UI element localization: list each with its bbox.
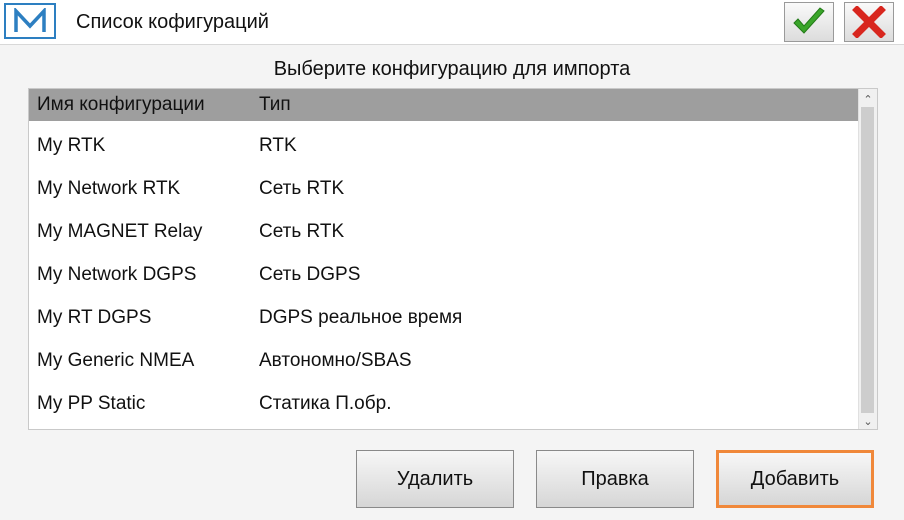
table-row[interactable]: My Generic NMEA Автономно/SBAS (29, 340, 859, 383)
scrollbar-thumb[interactable] (861, 107, 874, 413)
config-name: My PP Static (37, 393, 146, 414)
column-header-name[interactable]: Имя конфигурации (37, 94, 205, 116)
table-row[interactable]: My PP Static Статика П.обр. (29, 383, 859, 426)
config-type: Сеть RTK (259, 178, 345, 199)
config-name: My RTK (37, 135, 106, 156)
table-row[interactable]: My MAGNET Relay Сеть RTK (29, 211, 859, 254)
close-icon (852, 6, 886, 38)
title-bar: Список кофигураций (0, 0, 904, 45)
add-button[interactable]: Добавить (716, 450, 874, 508)
config-type: Сеть RTK (259, 221, 345, 242)
delete-button[interactable]: Удалить (356, 450, 514, 508)
ok-button[interactable] (784, 2, 834, 42)
config-type: Статика П.обр. (259, 393, 392, 414)
config-type: RTK (259, 135, 297, 156)
table-row[interactable]: My Network DGPS Сеть DGPS (29, 254, 859, 297)
chevron-down-icon[interactable]: ⌄ (859, 413, 877, 429)
config-type: DGPS реальное время (259, 307, 463, 328)
config-type: Сеть DGPS (259, 264, 361, 285)
table-row[interactable]: My RTK RTK (29, 125, 859, 168)
chevron-up-icon[interactable]: ⌃ (859, 91, 877, 107)
table-row[interactable]: My RT DGPS DGPS реальное время (29, 297, 859, 340)
cancel-button[interactable] (844, 2, 894, 42)
config-name: My RT DGPS (37, 307, 152, 328)
config-type: Автономно/SBAS (259, 350, 412, 371)
config-name: My Network DGPS (37, 264, 197, 285)
config-name: My MAGNET Relay (37, 221, 203, 242)
list-header: Имя конфигурации Тип (29, 89, 859, 121)
import-prompt: Выберите конфигурацию для импорта (273, 58, 631, 80)
config-name: My Network RTK (37, 178, 181, 199)
configuration-list[interactable]: Имя конфигурации Тип My RTK RTK My Netwo… (28, 88, 878, 430)
column-header-type[interactable]: Тип (259, 94, 291, 116)
checkmark-icon (793, 7, 825, 34)
magnet-logo-icon (4, 3, 56, 39)
vertical-scrollbar[interactable]: ⌃ ⌄ (858, 89, 877, 429)
table-row[interactable]: My Network RTK Сеть RTK (29, 168, 859, 211)
config-name: My Generic NMEA (37, 350, 195, 371)
window-title: Список кофигураций (76, 11, 269, 33)
edit-button[interactable]: Правка (536, 450, 694, 508)
